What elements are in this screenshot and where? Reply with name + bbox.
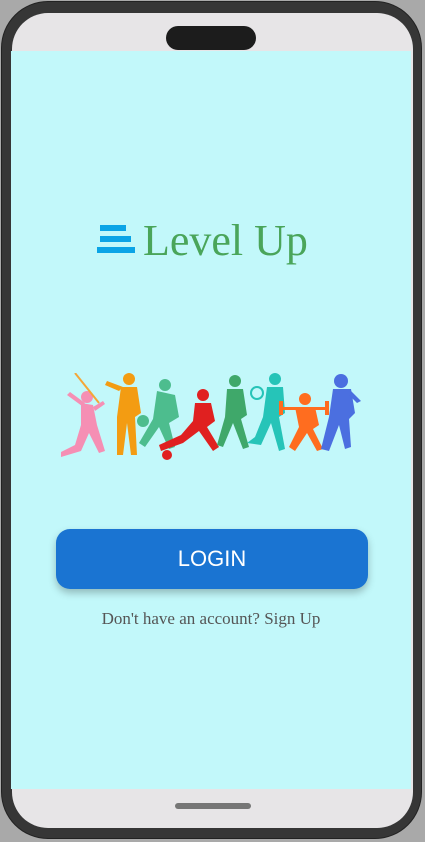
login-button[interactable]: LOGIN	[56, 529, 368, 589]
signup-row: Don't have an account? Sign Up	[11, 609, 411, 629]
runner-silhouette	[217, 375, 249, 449]
baseball-player-silhouette	[105, 373, 141, 455]
signup-link[interactable]: Sign Up	[264, 609, 320, 628]
home-indicator[interactable]	[175, 803, 251, 809]
app-logo: Level Up	[97, 219, 308, 263]
app-screen: Level Up LOGIN Don't have an account? Si…	[11, 51, 411, 789]
basketball-player-silhouette	[137, 379, 179, 449]
signup-prompt: Don't have an account?	[101, 609, 260, 628]
stacked-bars-icon	[97, 225, 135, 253]
sports-athletes-banner	[61, 373, 361, 460]
weightlifter-silhouette	[279, 393, 329, 451]
app-title: Level Up	[143, 216, 308, 265]
camera-notch	[166, 26, 256, 50]
